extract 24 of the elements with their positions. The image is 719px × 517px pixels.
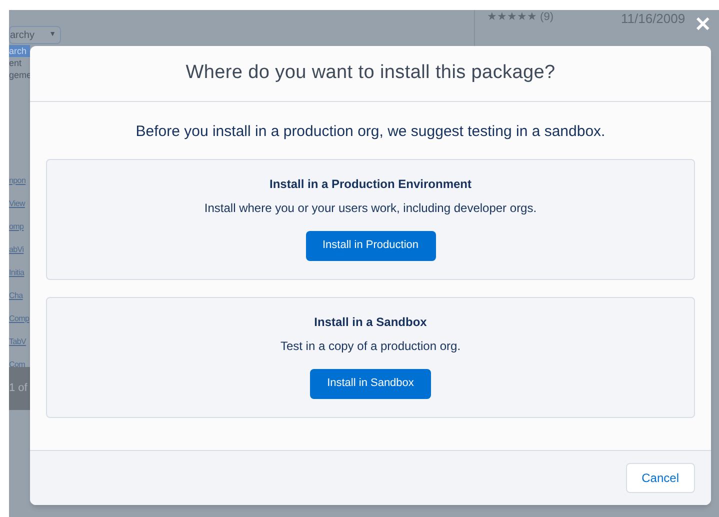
link[interactable]: omp xyxy=(9,220,30,233)
rating-text: ★★★★★ (9) xyxy=(487,11,554,24)
link[interactable]: npon xyxy=(9,174,30,187)
option-heading: Install in a Sandbox xyxy=(314,314,427,330)
link[interactable]: abVi xyxy=(9,243,30,256)
close-button[interactable]: ✕ xyxy=(692,14,714,36)
link[interactable]: View xyxy=(9,197,30,210)
link[interactable]: Initia xyxy=(9,266,30,279)
option-heading: Install in a Production Environment xyxy=(269,176,472,192)
link[interactable]: Com xyxy=(9,358,30,371)
list-item[interactable]: arch xyxy=(9,45,30,57)
pager-text: 1 of xyxy=(9,381,28,396)
option-description: Install where you or your users work, including developer orgs. xyxy=(204,200,537,216)
link[interactable]: TabV xyxy=(9,335,30,348)
link[interactable]: Comp xyxy=(9,312,30,325)
list-item[interactable]: ent xyxy=(9,57,30,69)
install-button[interactable]: Install in Sandbox xyxy=(310,368,431,398)
link[interactable]: Cha xyxy=(9,289,30,302)
install-button[interactable]: Install in Production xyxy=(306,230,436,260)
intro-text: Before you install in a production org, we suggest testing in a sandbox. xyxy=(134,122,606,142)
dialog-title: Where do you want to install this package? xyxy=(186,61,556,86)
option-description: Test in a copy of a production org. xyxy=(280,338,461,354)
cancel-button[interactable]: Cancel xyxy=(626,463,695,493)
date-text: 11/16/2009 xyxy=(621,11,686,26)
